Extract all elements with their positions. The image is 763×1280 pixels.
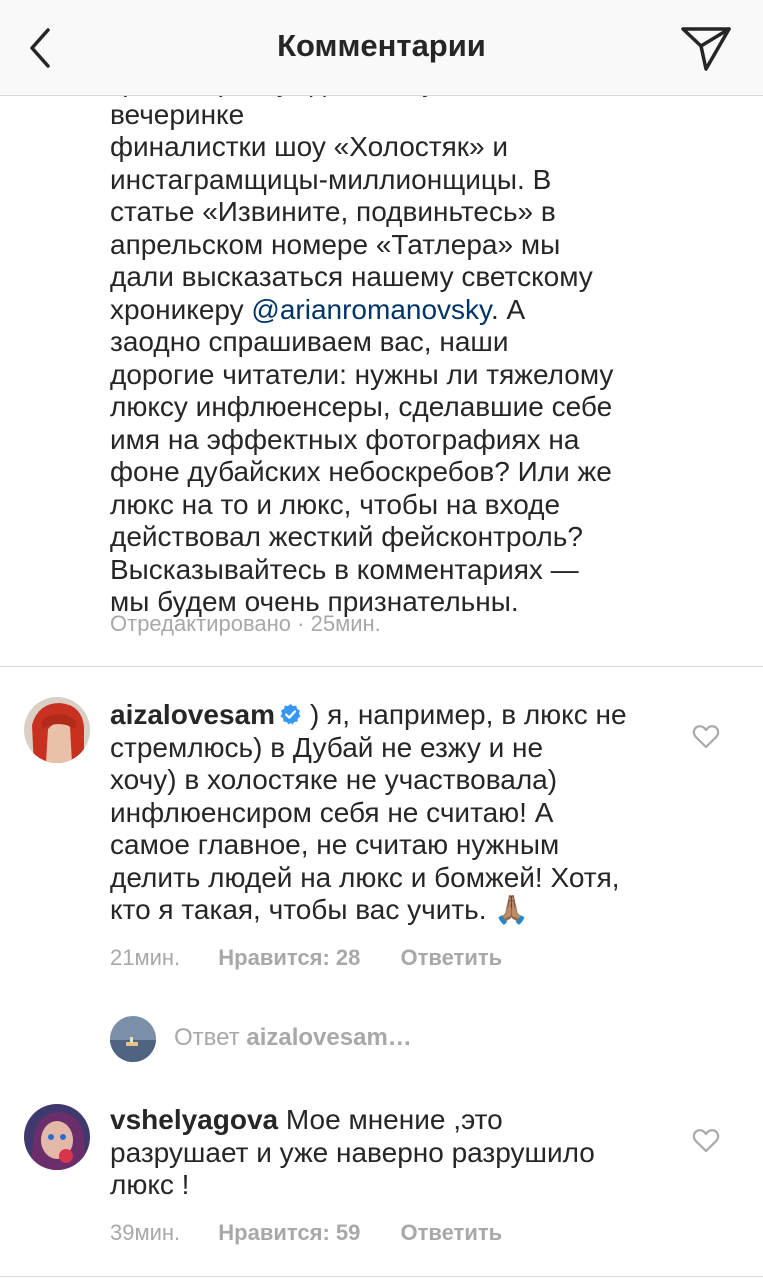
comment-body: ) я, например, в люкс не стремлюсь) в Ду… — [110, 699, 627, 925]
post-caption: критики рассуждают об участии в вечеринк… — [110, 96, 750, 656]
reply-to-username: aizalovesam… — [246, 1024, 412, 1051]
likes-count[interactable]: Нравится: 28 — [218, 945, 360, 971]
paper-plane-icon — [681, 27, 731, 71]
top-bar: Комментарии — [0, 0, 763, 96]
like-button[interactable] — [692, 724, 720, 750]
comment-time: 39мин. — [110, 1220, 181, 1245]
comment-username[interactable]: aizalovesam — [110, 699, 275, 730]
verified-badge-icon — [280, 703, 301, 725]
comment-meta: 21мин. Нравится: 28 Ответить — [110, 945, 502, 971]
like-button[interactable] — [692, 1128, 720, 1154]
caption-text: критики рассуждают об участии в вечеринк… — [110, 96, 650, 619]
caption-partial-line: критики рассуждают об участии в вечеринк… — [110, 96, 547, 130]
caption-text-part-2: . А заодно спрашиваем вас, наши дорогие … — [110, 293, 614, 618]
mention-link[interactable]: @arianromanovsky — [251, 294, 491, 325]
reply-composer[interactable]: Ответ aizalovesam… — [174, 1024, 412, 1052]
avatar[interactable] — [24, 1104, 90, 1170]
heart-icon — [692, 725, 720, 749]
caption-meta: Отредактировано · 25мин. — [110, 611, 381, 637]
avatar[interactable] — [24, 697, 90, 763]
caption-time: 25мин. — [310, 611, 381, 636]
heart-icon — [692, 1129, 720, 1153]
caption-divider — [0, 666, 763, 667]
share-button[interactable] — [678, 24, 734, 74]
comment-time: 21мин. — [110, 945, 181, 970]
avatar-image — [24, 1104, 90, 1170]
avatar-image — [24, 697, 90, 763]
avatar-image — [110, 1016, 156, 1062]
comment-username[interactable]: vshelyagova — [110, 1104, 278, 1135]
reply-button[interactable]: Ответить — [400, 1220, 502, 1246]
reply-prompt: Ответ — [174, 1024, 240, 1051]
folded-hands-emoji: 🙏🏽 — [494, 894, 530, 925]
page-title: Комментарии — [277, 28, 486, 63]
meta-separator: · — [291, 611, 311, 636]
bottom-divider — [0, 1276, 763, 1277]
my-avatar — [110, 1016, 156, 1062]
comment-meta: 39мин. Нравится: 59 Ответить — [110, 1220, 502, 1246]
likes-count[interactable]: Нравится: 59 — [218, 1220, 360, 1246]
reply-button[interactable]: Ответить — [400, 945, 502, 971]
edited-label: Отредактировано — [110, 611, 292, 636]
comment-text: aizalovesam) я, например, в люкс не стре… — [110, 699, 670, 927]
comment-text: vshelyagova Мое мнение ,это разрушает и … — [110, 1104, 670, 1202]
